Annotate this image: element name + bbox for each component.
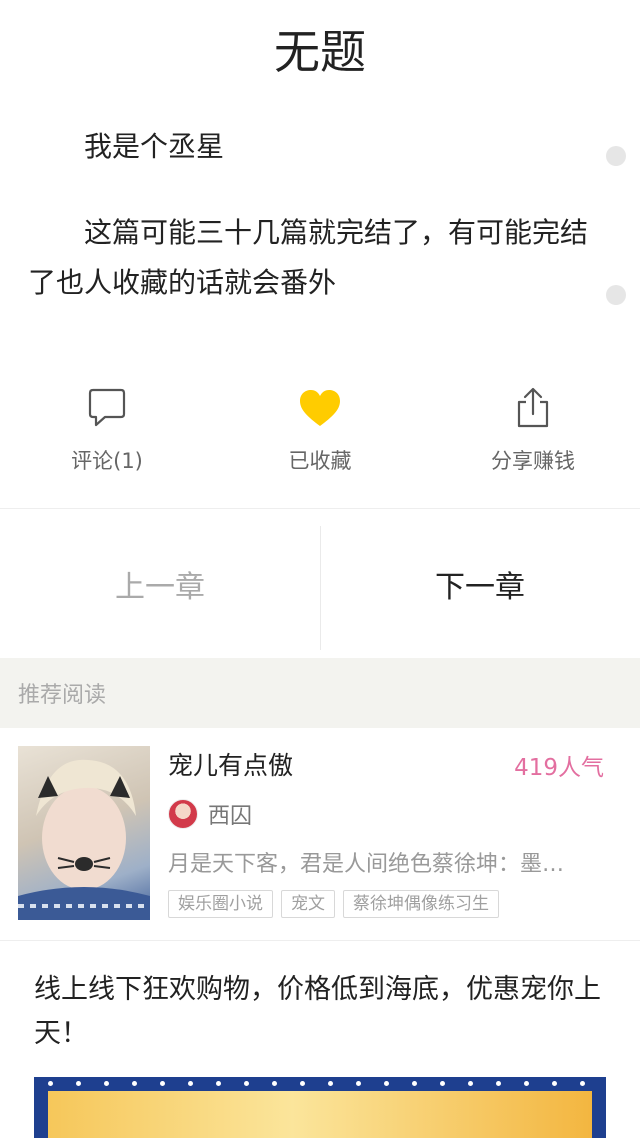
banner-light	[580, 1081, 585, 1086]
popularity-count: 419人气	[514, 755, 604, 781]
banner-light	[440, 1081, 445, 1086]
share-label: 分享赚钱	[491, 449, 575, 473]
banner-light	[552, 1081, 557, 1086]
prev-chapter-button[interactable]: 上一章	[0, 510, 320, 658]
banner-light	[272, 1081, 277, 1086]
banner-light	[244, 1081, 249, 1086]
banner-light	[48, 1081, 53, 1086]
divider	[0, 940, 640, 941]
next-chapter-button[interactable]: 下一章	[320, 510, 640, 658]
banner-light	[216, 1081, 221, 1086]
chapter-navigation: 上一章 下一章	[0, 510, 640, 658]
recommend-header: 推荐阅读	[0, 658, 640, 728]
heart-icon	[240, 383, 400, 433]
ad-banner-image	[48, 1091, 592, 1138]
favorite-label: 已收藏	[288, 449, 352, 473]
favorite-button[interactable]: 已收藏	[240, 383, 400, 475]
ad-text[interactable]: 线上线下狂欢购物，价格低到海底，优惠宠你上天！	[34, 968, 614, 1056]
tag[interactable]: 娱乐圈小说	[168, 890, 273, 918]
book-title[interactable]: 宠儿有点傲	[168, 746, 293, 782]
comment-icon	[27, 383, 187, 433]
comment-label: 评论(1)	[71, 449, 143, 473]
ad-banner[interactable]	[34, 1077, 606, 1138]
banner-light	[76, 1081, 81, 1086]
chapter-paragraph: 这篇可能三十几篇就完结了，有可能完结了也人收藏的话就会番外	[28, 216, 589, 299]
paragraph-comment-dot[interactable]	[606, 285, 626, 305]
book-description: 月是天下客，君是人间绝色蔡徐坤：墨…	[168, 852, 565, 877]
page-title: 无题	[274, 25, 366, 79]
banner-light	[104, 1081, 109, 1086]
banner-light	[132, 1081, 137, 1086]
banner-light	[496, 1081, 501, 1086]
avatar	[168, 799, 198, 829]
chapter-paragraph: 我是个丞星	[84, 130, 225, 163]
divider	[0, 508, 640, 509]
action-bar: 评论(1) 已收藏 分享赚钱	[0, 383, 640, 483]
banner-light	[412, 1081, 417, 1086]
tag[interactable]: 宠文	[281, 890, 335, 918]
author-name: 西囚	[208, 804, 253, 829]
banner-light	[328, 1081, 333, 1086]
comment-button[interactable]: 评论(1)	[27, 383, 187, 475]
share-button[interactable]: 分享赚钱	[453, 383, 613, 475]
author-row: 西囚	[168, 798, 252, 830]
recommended-book-card[interactable]: 宠儿有点傲 419人气 西囚 月是天下客，君是人间绝色蔡徐坤：墨… 娱乐圈小说 …	[0, 728, 640, 940]
banner-light	[300, 1081, 305, 1086]
book-cover[interactable]	[18, 746, 150, 920]
banner-light	[188, 1081, 193, 1086]
banner-light	[356, 1081, 361, 1086]
banner-light	[384, 1081, 389, 1086]
book-tags: 娱乐圈小说 宠文 蔡徐坤偶像练习生	[168, 890, 499, 918]
banner-light	[524, 1081, 529, 1086]
tag[interactable]: 蔡徐坤偶像练习生	[343, 890, 499, 918]
banner-light	[160, 1081, 165, 1086]
share-icon	[453, 383, 613, 433]
banner-light	[468, 1081, 473, 1086]
paragraph-comment-dot[interactable]	[606, 146, 626, 166]
